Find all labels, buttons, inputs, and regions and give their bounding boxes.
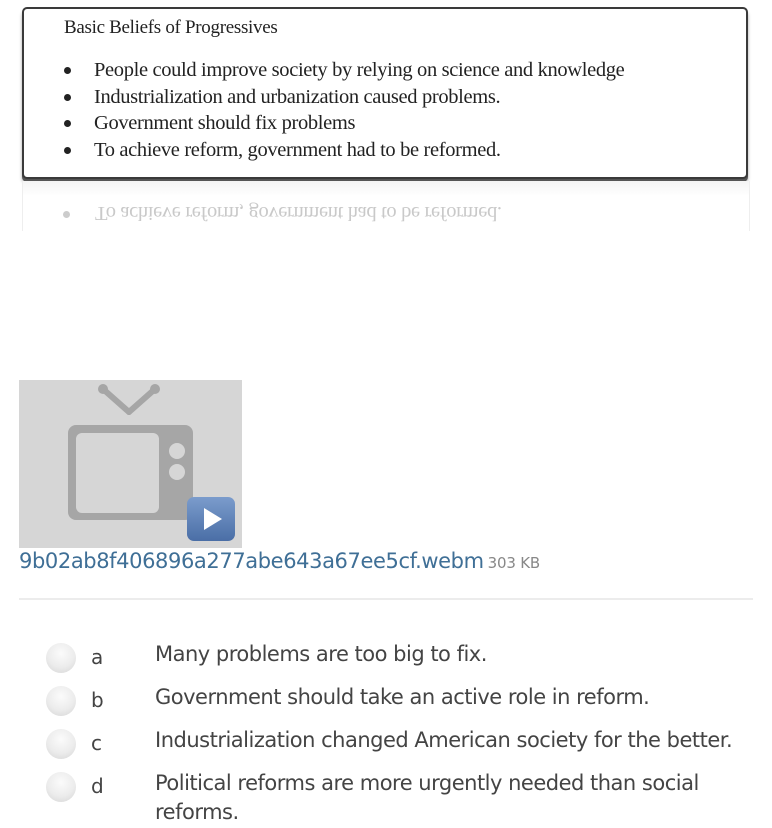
bullet-icon bbox=[64, 146, 71, 154]
bullet-icon bbox=[64, 120, 71, 127]
beliefs-image-box: Basic Beliefs of Progressives People cou… bbox=[22, 7, 748, 179]
bullet-icon bbox=[64, 67, 71, 74]
option-letter: a bbox=[91, 645, 104, 669]
beliefs-list: People could improve society by relying … bbox=[62, 57, 625, 164]
belief-item: Government should fix problems bbox=[62, 110, 624, 137]
attachment-size: 303 KB bbox=[487, 554, 541, 572]
attachment-row: 9b02ab8f406896a277abe643a67ee5cf.webm 303… bbox=[19, 549, 540, 573]
beliefs-title: Basic Beliefs of Progressives bbox=[64, 17, 278, 38]
play-icon[interactable] bbox=[186, 496, 236, 542]
reflection-text: To achieve reform, government had to be … bbox=[61, 201, 502, 224]
radio-button[interactable] bbox=[46, 729, 76, 759]
beliefs-reflection: To achieve reform, government had to be … bbox=[22, 181, 750, 231]
belief-item: To achieve reform, government had to be … bbox=[62, 137, 624, 164]
belief-item: Industrialization and urbanization cause… bbox=[62, 84, 624, 111]
option-letter: c bbox=[91, 731, 102, 755]
option-letter: b bbox=[91, 688, 104, 712]
option-text: Industrialization changed American socie… bbox=[155, 728, 733, 752]
option-text: Government should take an active role in… bbox=[155, 685, 650, 709]
divider bbox=[19, 598, 753, 600]
option-text: Political reforms are more urgently need… bbox=[155, 771, 699, 824]
radio-button[interactable] bbox=[46, 772, 76, 802]
belief-item: People could improve society by relying … bbox=[62, 57, 625, 84]
bullet-icon bbox=[63, 211, 70, 218]
radio-button[interactable] bbox=[46, 686, 76, 716]
video-thumbnail[interactable] bbox=[19, 380, 242, 548]
option-text: Many problems are too big to fix. bbox=[155, 642, 487, 666]
option-letter: d bbox=[91, 774, 104, 798]
bullet-icon bbox=[64, 93, 71, 101]
attachment-filename-link[interactable]: 9b02ab8f406896a277abe643a67ee5cf.webm bbox=[19, 549, 484, 573]
radio-button[interactable] bbox=[46, 643, 76, 673]
